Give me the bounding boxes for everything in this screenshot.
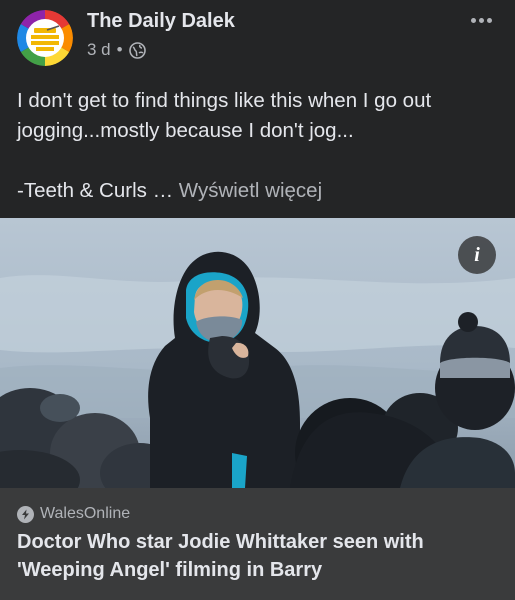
more-dot bbox=[470, 17, 476, 23]
post-timestamp[interactable]: 3 d bbox=[87, 40, 111, 60]
post-text: I don't get to find things like this whe… bbox=[17, 86, 497, 206]
post-text-line: I don't get to find things like this whe… bbox=[17, 89, 432, 142]
page-name-link[interactable]: The Daily Dalek bbox=[87, 10, 235, 33]
globe-icon bbox=[128, 41, 146, 59]
post-photo[interactable] bbox=[0, 218, 515, 488]
page-avatar[interactable] bbox=[17, 10, 73, 66]
info-glyph: i bbox=[474, 243, 480, 266]
link-preview-card[interactable]: WalesOnline Doctor Who star Jodie Whitta… bbox=[0, 488, 515, 600]
info-icon[interactable]: i bbox=[458, 236, 496, 274]
more-dot bbox=[486, 17, 492, 23]
post-text-line: -Teeth & Curls … Wyświetl więcej bbox=[17, 176, 497, 206]
bolt-icon bbox=[17, 505, 34, 523]
link-title[interactable]: Doctor Who star Jodie Whittaker seen wit… bbox=[17, 528, 497, 584]
post-meta: 3 d • bbox=[87, 40, 146, 60]
post-header: The Daily Dalek 3 d • bbox=[0, 0, 515, 76]
see-more-link[interactable]: Wyświetl więcej bbox=[179, 179, 322, 202]
link-source: WalesOnline bbox=[17, 505, 130, 523]
meta-separator: • bbox=[116, 40, 123, 59]
link-source-name: WalesOnline bbox=[40, 505, 131, 522]
more-options-icon[interactable] bbox=[463, 8, 499, 32]
more-dot bbox=[478, 17, 484, 23]
rainbow-dalek-logo-icon bbox=[17, 10, 73, 66]
post-text-signature: -Teeth & Curls … bbox=[17, 179, 179, 202]
